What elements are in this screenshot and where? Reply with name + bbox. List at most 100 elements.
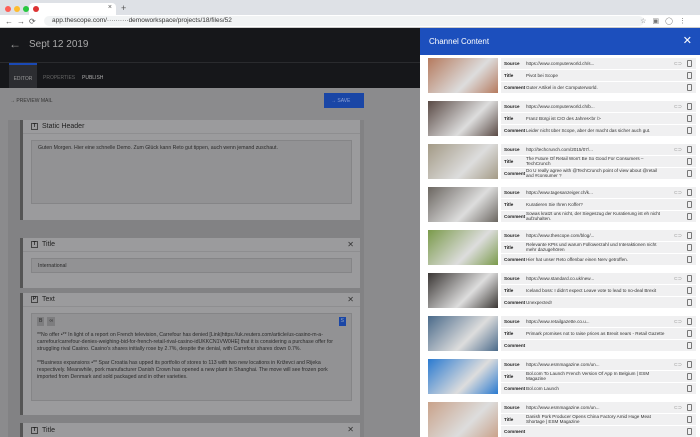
comment-row: Comment Unexpected!: [501, 296, 696, 308]
source-row: Source https://www.tagesanzeiger.ch/k... ⊂…: [501, 187, 696, 199]
browser-tab[interactable]: ×: [29, 3, 116, 15]
close-icon[interactable]: ✕: [347, 425, 354, 434]
tab-publish[interactable]: PUBLISH: [82, 75, 103, 81]
bold-button[interactable]: B: [37, 317, 45, 326]
copy-icon[interactable]: [687, 71, 692, 79]
tab-close-icon[interactable]: ×: [108, 4, 112, 11]
text-paragraph: **Business expansions •** Spar Croatia h…: [37, 360, 328, 380]
source-row: Source https://www.thescope.com/blog/... ⊂…: [501, 230, 696, 242]
text-paragraph: **No offer •** In light of a report on F…: [37, 332, 333, 352]
copy-icon[interactable]: [687, 404, 692, 411]
content-item[interactable]: Source http://techcrunch.com/2015/07/... ⊂…: [428, 144, 696, 180]
title-label: Title: [504, 330, 514, 336]
comment-label: Comment: [504, 299, 526, 305]
link-icon[interactable]: ⊂⊃: [674, 405, 682, 411]
content-item[interactable]: Source https://www.thescope.com/blog/... ⊂…: [428, 230, 696, 266]
copy-icon[interactable]: [687, 318, 692, 325]
copy-icon[interactable]: [687, 103, 692, 110]
copy-icon[interactable]: [687, 427, 692, 435]
copy-icon[interactable]: [687, 298, 692, 306]
title-row: Title Danish Pork Producer Opens China Fa…: [501, 413, 696, 426]
comment-label: Comment: [504, 84, 526, 90]
copy-icon[interactable]: [687, 83, 692, 91]
copy-icon[interactable]: [687, 114, 692, 122]
article-thumbnail: [428, 101, 498, 136]
comment-label: Comment: [504, 170, 526, 176]
title-value: Danish Pork Producer Opens China Factory…: [526, 414, 651, 425]
browser-tools-icon[interactable]: ☆▣◯⋮: [640, 17, 692, 25]
copy-icon[interactable]: [687, 189, 692, 196]
s-button[interactable]: S: [338, 317, 346, 326]
nav-buttons-icon[interactable]: ←→⟳: [5, 17, 40, 26]
paragraph-icon: P: [31, 296, 38, 303]
tab-editor[interactable]: EDITOR: [9, 63, 37, 88]
copy-icon[interactable]: [687, 415, 692, 423]
content-item[interactable]: Source https://www.esmmagazine.com/un... ⊂…: [428, 402, 696, 437]
copy-icon[interactable]: [687, 126, 692, 134]
copy-icon[interactable]: [687, 212, 692, 220]
link-icon[interactable]: ⊂⊃: [674, 319, 682, 325]
article-thumbnail: [428, 359, 498, 394]
static-header-textarea[interactable]: Guten Morgen. Hier eine schnelle Demo. Z…: [31, 140, 352, 204]
title-value: Pivot bei Scope: [526, 72, 558, 78]
copy-icon[interactable]: [687, 286, 692, 294]
source-label: Source: [504, 362, 520, 368]
back-arrow-icon[interactable]: ←: [9, 37, 21, 51]
link-icon[interactable]: ⊂⊃: [674, 147, 682, 153]
link-icon[interactable]: ⊂⊃: [674, 61, 682, 67]
copy-icon[interactable]: [687, 243, 692, 251]
card-label: Title: [42, 426, 55, 434]
source-value: https://www.tagesanzeiger.ch/k...: [526, 190, 593, 196]
source-row: Source https://www.esmmagazine.com/un... ⊂…: [501, 359, 696, 371]
comment-row: Comment Bol.com Launch: [501, 382, 696, 394]
window-controls[interactable]: [5, 6, 29, 12]
close-icon[interactable]: ✕: [347, 240, 354, 249]
copy-icon[interactable]: [687, 341, 692, 349]
copy-icon[interactable]: [687, 232, 692, 239]
text-type-icon: T: [31, 426, 38, 434]
content-item[interactable]: Source https://www.computerworld.ch/s... ⊂…: [428, 58, 696, 94]
source-value: https://www.computerworld.ch/s...: [526, 61, 595, 67]
content-item[interactable]: Source https://www.tagesanzeiger.ch/k... ⊂…: [428, 187, 696, 223]
source-value: https://www.retailgazette.co.u...: [526, 319, 590, 325]
content-item[interactable]: Source https://www.esmmagazine.com/un... ⊂…: [428, 359, 696, 395]
comment-row: Comment Sowas kratzt uns nicht, der Siege…: [501, 210, 696, 222]
comment-value: Sowas kratzt uns nicht, der Siegeszug de…: [526, 211, 661, 222]
new-tab-button[interactable]: +: [121, 3, 126, 13]
copy-icon[interactable]: [687, 275, 692, 282]
comment-label: Comment: [504, 256, 526, 262]
link-button[interactable]: ∞: [47, 317, 56, 326]
content-item[interactable]: Source https://www.retailgazette.co.u... ⊂…: [428, 316, 696, 352]
content-item[interactable]: Source https://www.standard.co.uk/new... ⊂…: [428, 273, 696, 309]
title-input[interactable]: International: [31, 258, 352, 273]
panel-title: Channel Content: [429, 37, 490, 46]
close-panel-icon[interactable]: ✕: [683, 34, 692, 47]
card-label: Static Header: [42, 123, 85, 130]
copy-icon[interactable]: [687, 157, 692, 165]
url-field[interactable]: app.thescope.com/··········demoworkspace…: [44, 16, 644, 26]
source-label: Source: [504, 147, 520, 153]
copy-icon[interactable]: [687, 200, 692, 208]
tab-properties[interactable]: PROPERTIES: [43, 75, 75, 81]
copy-icon[interactable]: [687, 329, 692, 337]
copy-icon[interactable]: [687, 146, 692, 153]
comment-row: Comment Hier hat unser Reto offenbar eine…: [501, 253, 696, 265]
copy-icon[interactable]: [687, 255, 692, 263]
link-icon[interactable]: ⊂⊃: [674, 190, 682, 196]
link-icon[interactable]: ⊂⊃: [674, 104, 682, 110]
favicon-icon: [33, 6, 39, 12]
title-label: Title: [504, 158, 514, 164]
close-icon[interactable]: ✕: [347, 295, 354, 304]
link-icon[interactable]: ⊂⊃: [674, 362, 682, 368]
copy-icon[interactable]: [687, 169, 692, 177]
copy-icon[interactable]: [687, 60, 692, 67]
copy-icon[interactable]: [687, 361, 692, 368]
save-button[interactable]: → SAVE: [324, 93, 364, 108]
copy-icon[interactable]: [687, 384, 692, 392]
preview-mail-link[interactable]: → PREVIEW MAIL: [10, 98, 53, 104]
link-icon[interactable]: ⊂⊃: [674, 233, 682, 239]
link-icon[interactable]: ⊂⊃: [674, 276, 682, 282]
copy-icon[interactable]: [687, 372, 692, 380]
text-editor[interactable]: B ∞ S **No offer •** In light of a repor…: [31, 313, 352, 401]
content-item[interactable]: Source https://www.computerworld.ch/b... ⊂…: [428, 101, 696, 137]
